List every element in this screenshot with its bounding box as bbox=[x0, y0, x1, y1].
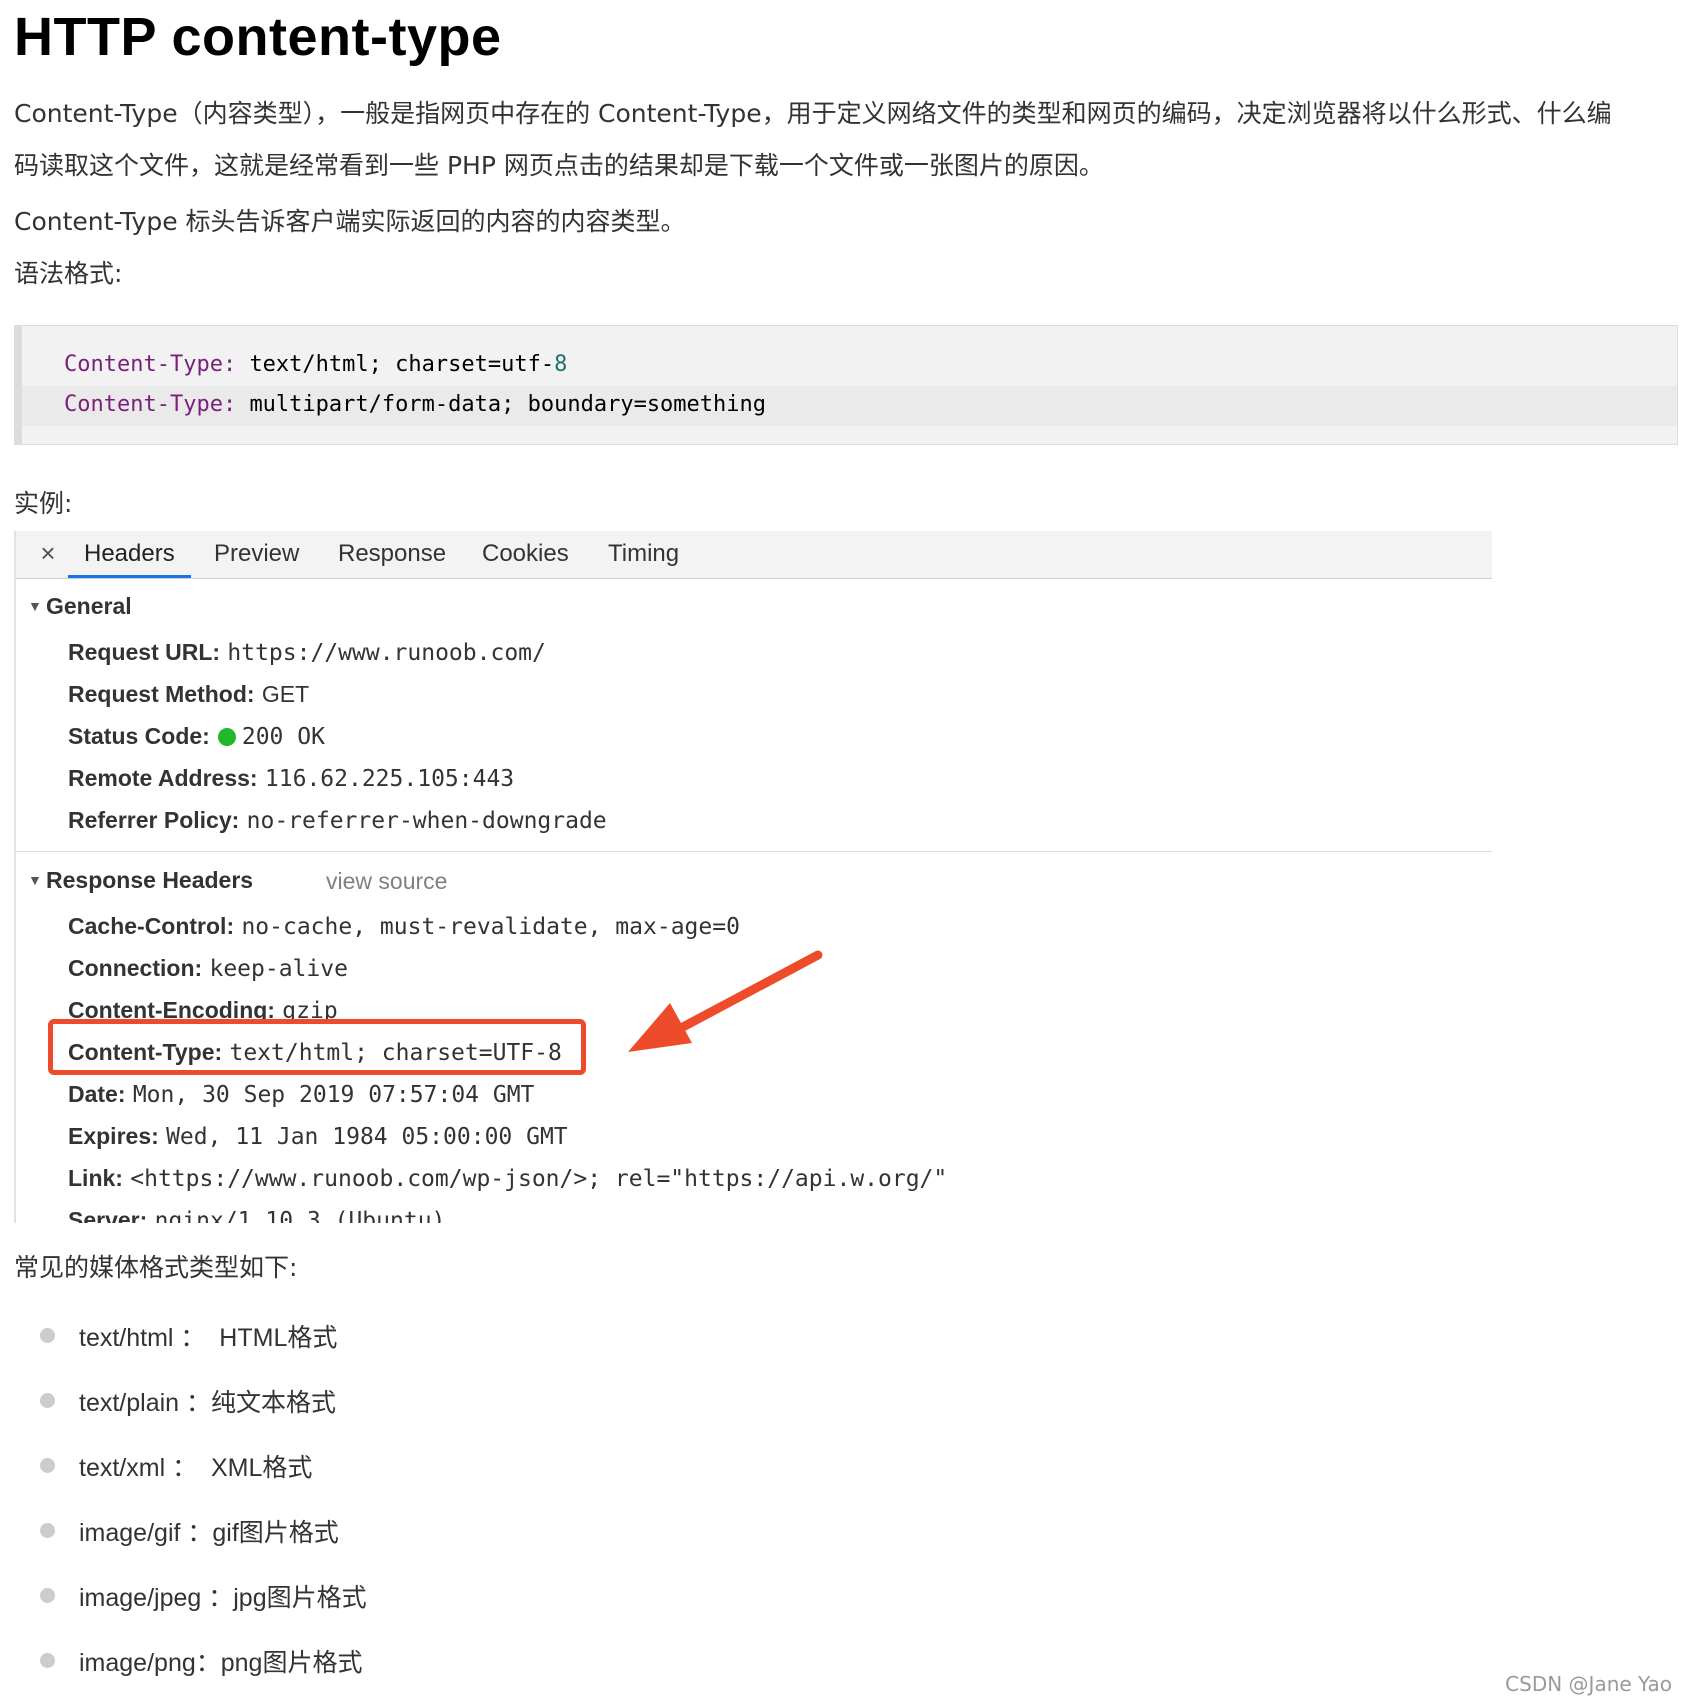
header-value: no-referrer-when-downgrade bbox=[246, 808, 607, 834]
header-key: Server: bbox=[68, 1207, 148, 1223]
header-value: Mon, 30 Sep 2019 07:57:04 GMT bbox=[132, 1082, 535, 1108]
list-item: image/png：png图片格式 bbox=[40, 1643, 362, 1679]
arrow-shaft bbox=[661, 950, 823, 1041]
tab-response[interactable]: Response bbox=[338, 531, 446, 578]
header-value: no-cache, must-revalidate, max-age=0 bbox=[241, 914, 740, 940]
code-key: Content-Type: bbox=[64, 352, 237, 377]
tab-headers[interactable]: Headers bbox=[68, 531, 191, 578]
header-row-cache-control: Cache-Control: no-cache, must-revalidate… bbox=[68, 913, 740, 940]
general-section-title: General bbox=[46, 593, 132, 619]
intro-line-2: 码读取这个文件，这就是经常看到一些 PHP 网页点击的结果却是下载一个文件或一张… bbox=[14, 151, 1104, 180]
header-value: https://www.runoob.com/ bbox=[227, 640, 546, 666]
code-key: Content-Type: bbox=[64, 392, 237, 417]
header-value: 200 OK bbox=[241, 724, 325, 750]
header-row-connection: Connection: keep-alive bbox=[68, 955, 348, 982]
header-value: nginx/1.10.3 (Ubuntu) bbox=[154, 1208, 446, 1223]
list-item: image/jpeg ：jpg图片格式 bbox=[40, 1578, 367, 1614]
intro-paragraph: Content-Type（内容类型），一般是指网页中存在的 Content-Ty… bbox=[14, 88, 1612, 192]
response-headers-section-toggle[interactable]: ▼ Response Headers bbox=[28, 867, 253, 894]
header-row-request-method: Request Method: GET bbox=[68, 681, 309, 708]
media-type-text: text/xml ： XML格式 bbox=[79, 1454, 313, 1482]
media-type-text: image/png：png图片格式 bbox=[79, 1649, 363, 1677]
arrow-head bbox=[628, 1003, 692, 1052]
header-key: Status Code: bbox=[68, 723, 210, 749]
bullet-icon bbox=[40, 1458, 55, 1473]
header-value: <https://www.runoob.com/wp-json/>; rel="… bbox=[130, 1166, 948, 1192]
code-type: text/html bbox=[249, 352, 369, 377]
header-key: Expires: bbox=[68, 1123, 159, 1149]
intro-line-1: Content-Type（内容类型），一般是指网页中存在的 Content-Ty… bbox=[14, 99, 1612, 128]
bullet-icon bbox=[40, 1523, 55, 1538]
code-type: multipart/form-data bbox=[249, 392, 502, 417]
header-key: Cache-Control: bbox=[68, 913, 235, 939]
list-item: text/plain ：纯文本格式 bbox=[40, 1383, 336, 1419]
code-param: boundary=something bbox=[527, 392, 767, 417]
intro-line-3: Content-Type 标头告诉客户端实际返回的内容的内容类型。 bbox=[14, 207, 686, 236]
general-section-toggle[interactable]: ▼ General bbox=[28, 593, 132, 620]
header-key: Referrer Policy: bbox=[68, 807, 240, 833]
code-block: Content-Type: text/html; charset=utf-8 C… bbox=[14, 325, 1678, 445]
tab-preview[interactable]: Preview bbox=[214, 531, 299, 578]
header-row-remote-address: Remote Address: 116.62.225.105:443 bbox=[68, 765, 514, 792]
bullet-icon bbox=[40, 1653, 55, 1668]
media-type-text: image/jpeg ：jpg图片格式 bbox=[79, 1584, 367, 1612]
header-row-expires: Expires: Wed, 11 Jan 1984 05:00:00 GMT bbox=[68, 1123, 568, 1150]
media-types-label: 常见的媒体格式类型如下: bbox=[14, 1253, 298, 1282]
close-icon[interactable]: × bbox=[36, 531, 60, 578]
header-value: Wed, 11 Jan 1984 05:00:00 GMT bbox=[166, 1124, 568, 1150]
header-row-date: Date: Mon, 30 Sep 2019 07:57:04 GMT bbox=[68, 1081, 534, 1108]
triangle-down-icon: ▼ bbox=[28, 598, 42, 614]
header-row-server: Server: nginx/1.10.3 (Ubuntu) bbox=[68, 1207, 445, 1223]
syntax-label: 语法格式: bbox=[14, 259, 123, 288]
header-row-request-url: Request URL: https://www.runoob.com/ bbox=[68, 639, 546, 666]
media-type-text: text/plain ：纯文本格式 bbox=[79, 1389, 337, 1417]
code-number: 8 bbox=[554, 352, 568, 377]
article-page: HTTP content-type Content-Type（内容类型），一般是… bbox=[0, 0, 1688, 1704]
status-ok-icon bbox=[217, 728, 236, 746]
code-line-2: Content-Type: multipart/form-data; bound… bbox=[64, 392, 767, 417]
media-type-text: text/html ： HTML格式 bbox=[79, 1324, 338, 1352]
example-label: 实例: bbox=[14, 489, 73, 518]
header-row-link: Link: <https://www.runoob.com/wp-json/>;… bbox=[68, 1165, 947, 1192]
list-item: text/html ： HTML格式 bbox=[40, 1318, 337, 1354]
code-param: charset=utf- bbox=[395, 352, 555, 377]
header-key: Remote Address: bbox=[68, 765, 258, 791]
header-value: 116.62.225.105:443 bbox=[264, 766, 515, 792]
header-row-status-code: Status Code: 200 OK bbox=[68, 723, 325, 750]
section-divider bbox=[16, 851, 1492, 852]
view-source-link[interactable]: view source bbox=[326, 868, 447, 895]
header-value: GET bbox=[261, 681, 310, 707]
content-type-highlight-box bbox=[48, 1019, 586, 1075]
header-key: Request URL: bbox=[68, 639, 221, 665]
watermark: CSDN @Jane Yao bbox=[1505, 1672, 1672, 1696]
devtools-tab-bar: × Headers Preview Response Cookies Timin… bbox=[16, 531, 1492, 579]
devtools-screenshot: × Headers Preview Response Cookies Timin… bbox=[14, 531, 1492, 1223]
media-type-text: image/gif ：gif图片格式 bbox=[79, 1519, 339, 1547]
tab-timing[interactable]: Timing bbox=[608, 531, 679, 578]
bullet-icon bbox=[40, 1393, 55, 1408]
header-key: Connection: bbox=[68, 955, 203, 981]
header-row-referrer-policy: Referrer Policy: no-referrer-when-downgr… bbox=[68, 807, 607, 834]
bullet-icon bbox=[40, 1588, 55, 1603]
header-key: Request Method: bbox=[68, 681, 255, 707]
response-headers-title: Response Headers bbox=[46, 867, 254, 893]
bullet-icon bbox=[40, 1328, 55, 1343]
tab-cookies[interactable]: Cookies bbox=[482, 531, 569, 578]
list-item: text/xml ： XML格式 bbox=[40, 1448, 312, 1484]
header-key: Date: bbox=[68, 1081, 126, 1107]
code-line-1: Content-Type: text/html; charset=utf-8 bbox=[64, 352, 568, 377]
list-item: image/gif ：gif图片格式 bbox=[40, 1513, 339, 1549]
page-title: HTTP content-type bbox=[14, 7, 502, 67]
header-key: Link: bbox=[68, 1165, 123, 1191]
header-value: keep-alive bbox=[209, 956, 348, 982]
triangle-down-icon: ▼ bbox=[28, 872, 42, 888]
